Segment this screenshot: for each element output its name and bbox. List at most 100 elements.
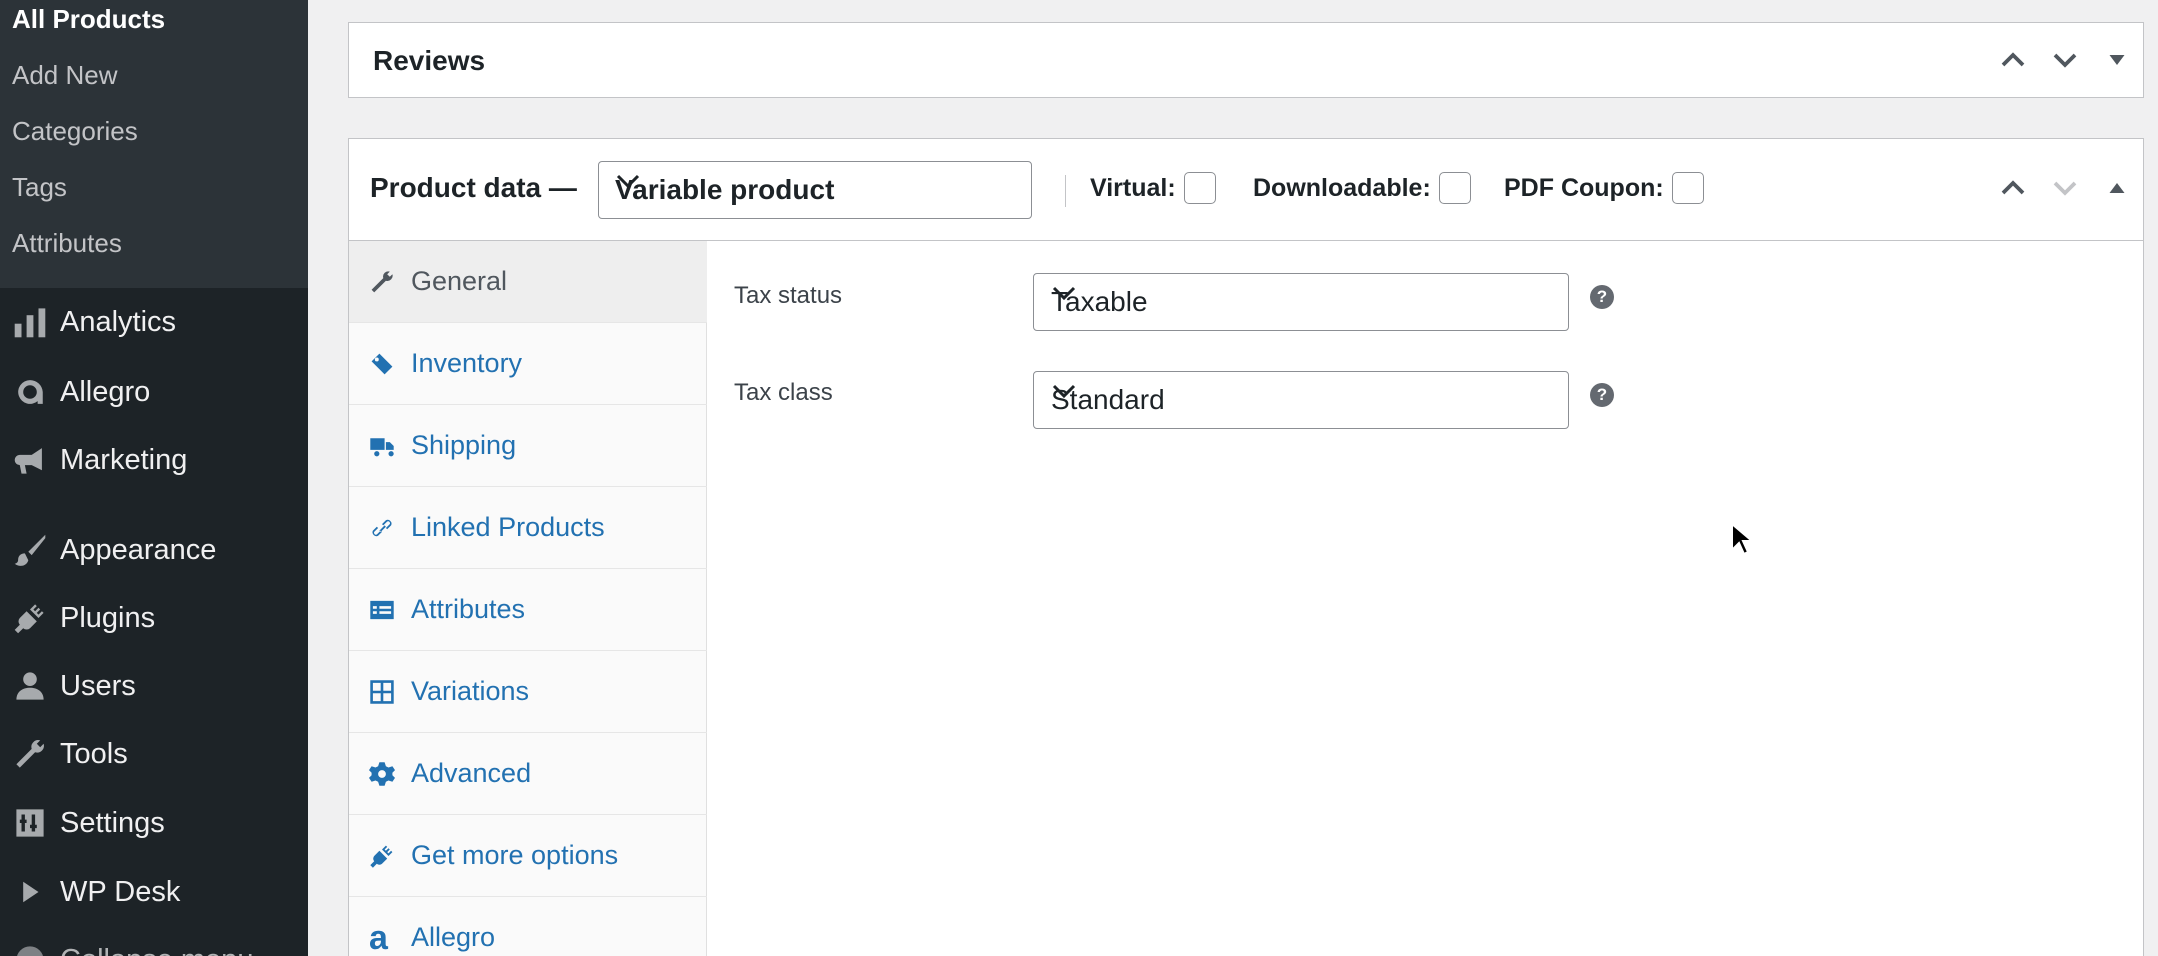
product-data-title: Product data — xyxy=(370,172,577,203)
product-type-select[interactable]: Variable product xyxy=(598,161,1032,219)
tab-label: General xyxy=(411,266,508,296)
mouse-cursor-icon xyxy=(1731,522,1752,556)
menu-item-marketing[interactable]: Marketing xyxy=(0,430,308,490)
allegro-icon: a xyxy=(369,918,388,956)
toggle-panel-button[interactable] xyxy=(2091,162,2143,214)
virtual-option[interactable]: Virtual: xyxy=(1090,139,1216,237)
help-tip-icon[interactable]: ? xyxy=(1590,285,1614,309)
pdf-coupon-option[interactable]: PDF Coupon: xyxy=(1504,139,1704,237)
play-triangle-icon xyxy=(0,875,60,909)
menu-label: Analytics xyxy=(60,305,177,338)
tab-advanced[interactable]: Advanced xyxy=(349,733,707,815)
tab-label: Shipping xyxy=(411,430,517,460)
settings-sliders-icon xyxy=(0,806,60,840)
menu-item-collapse[interactable]: Collapse menu xyxy=(0,930,308,956)
chevron-up-icon xyxy=(2001,180,2025,195)
tab-variations[interactable]: Variations xyxy=(349,651,707,733)
tab-label: Variations xyxy=(411,676,530,706)
menu-label: Collapse menu xyxy=(60,944,253,956)
submenu-tags[interactable]: Tags xyxy=(0,170,308,226)
tab-allegro[interactable]: a Allegro xyxy=(349,897,707,956)
allegro-icon xyxy=(0,375,60,409)
wrench-icon xyxy=(0,737,60,771)
product-data-metabox: Product data — Variable product Virtual:… xyxy=(348,138,2144,956)
collapse-icon xyxy=(0,943,60,956)
grid-icon xyxy=(349,679,411,705)
tab-get-more-options[interactable]: Get more options xyxy=(349,815,707,897)
menu-label: Settings xyxy=(60,806,165,839)
downloadable-checkbox[interactable] xyxy=(1438,172,1471,204)
toggle-panel-button[interactable] xyxy=(2091,34,2143,86)
tab-label: Inventory xyxy=(411,348,523,378)
product-data-header: Product data — Variable product Virtual:… xyxy=(349,139,2143,241)
menu-label: Marketing xyxy=(60,443,188,476)
chevron-down-icon xyxy=(1051,363,1077,399)
pdf-coupon-checkbox[interactable] xyxy=(1671,172,1704,204)
menu-item-wp-desk[interactable]: WP Desk xyxy=(0,862,308,922)
move-down-button[interactable] xyxy=(2039,162,2091,214)
submenu-categories[interactable]: Categories xyxy=(0,114,308,170)
tab-linked-products[interactable]: Linked Products xyxy=(349,487,707,569)
tab-inventory[interactable]: Inventory xyxy=(349,323,707,405)
tab-label: Linked Products xyxy=(411,512,605,542)
move-down-button[interactable] xyxy=(2039,34,2091,86)
chevron-down-icon xyxy=(2053,181,2077,196)
truck-icon xyxy=(349,433,411,459)
tab-shipping[interactable]: Shipping xyxy=(349,405,707,487)
menu-label: Tools xyxy=(60,737,128,770)
submenu-add-new[interactable]: Add New xyxy=(0,58,308,114)
tax-status-label: Tax status xyxy=(734,282,843,309)
menu-label: Appearance xyxy=(60,533,217,566)
tab-attributes[interactable]: Attributes xyxy=(349,569,707,651)
menu-item-allegro[interactable]: Allegro xyxy=(0,362,308,422)
product-data-header-controls xyxy=(1987,139,2143,237)
product-data-tabs: General Inventory Shipping Linked Produc… xyxy=(349,241,707,956)
plug-icon xyxy=(0,601,60,635)
move-up-button[interactable] xyxy=(1987,162,2039,214)
tag-icon xyxy=(349,351,411,377)
chevron-down-icon xyxy=(2053,53,2077,68)
virtual-label: Virtual: xyxy=(1090,173,1176,202)
paintbrush-icon xyxy=(0,533,60,567)
pdf-coupon-label: PDF Coupon: xyxy=(1504,173,1664,202)
menu-item-users[interactable]: Users xyxy=(0,656,308,716)
menu-label: WP Desk xyxy=(60,875,181,908)
tax-class-select[interactable]: Standard xyxy=(1033,371,1569,429)
user-icon xyxy=(0,669,60,703)
menu-item-tools[interactable]: Tools xyxy=(0,724,308,784)
caret-down-icon xyxy=(2109,55,2125,65)
virtual-checkbox[interactable] xyxy=(1183,172,1216,204)
downloadable-option[interactable]: Downloadable: xyxy=(1253,139,1471,237)
tab-label: Allegro xyxy=(411,922,496,952)
submenu-all-products[interactable]: All Products xyxy=(0,2,308,58)
tab-label: Advanced xyxy=(411,758,532,788)
menu-label: Allegro xyxy=(60,375,151,408)
move-up-button[interactable] xyxy=(1987,34,2039,86)
menu-item-plugins[interactable]: Plugins xyxy=(0,588,308,648)
plugin-icon xyxy=(349,843,411,869)
menu-label: Plugins xyxy=(60,601,156,634)
submenu-attributes[interactable]: Attributes xyxy=(0,226,308,282)
menu-item-settings[interactable]: Settings xyxy=(0,793,308,853)
header-separator xyxy=(1065,175,1066,207)
menu-item-analytics[interactable]: Analytics xyxy=(0,292,308,352)
megaphone-icon xyxy=(0,443,60,477)
tab-label: Attributes xyxy=(411,594,526,624)
downloadable-label: Downloadable: xyxy=(1253,173,1431,202)
product-type-value: Variable product xyxy=(615,174,835,205)
chevron-up-icon xyxy=(2001,52,2025,67)
tab-general[interactable]: General xyxy=(349,241,707,323)
link-icon xyxy=(349,515,411,541)
bar-chart-icon xyxy=(0,305,60,339)
tax-status-select[interactable]: Taxable xyxy=(1033,273,1569,331)
caret-up-icon xyxy=(2109,183,2125,193)
wrench-icon xyxy=(349,269,411,295)
reviews-title: Reviews xyxy=(373,45,486,76)
admin-sidebar: All Products Add New Categories Tags Att… xyxy=(0,0,308,956)
reviews-header-controls xyxy=(1987,23,2143,97)
menu-label: Users xyxy=(60,669,136,702)
help-tip-icon[interactable]: ? xyxy=(1590,383,1614,407)
menu-item-appearance[interactable]: Appearance xyxy=(0,520,308,580)
tab-label: Get more options xyxy=(411,840,619,870)
reviews-metabox: Reviews xyxy=(348,22,2144,98)
